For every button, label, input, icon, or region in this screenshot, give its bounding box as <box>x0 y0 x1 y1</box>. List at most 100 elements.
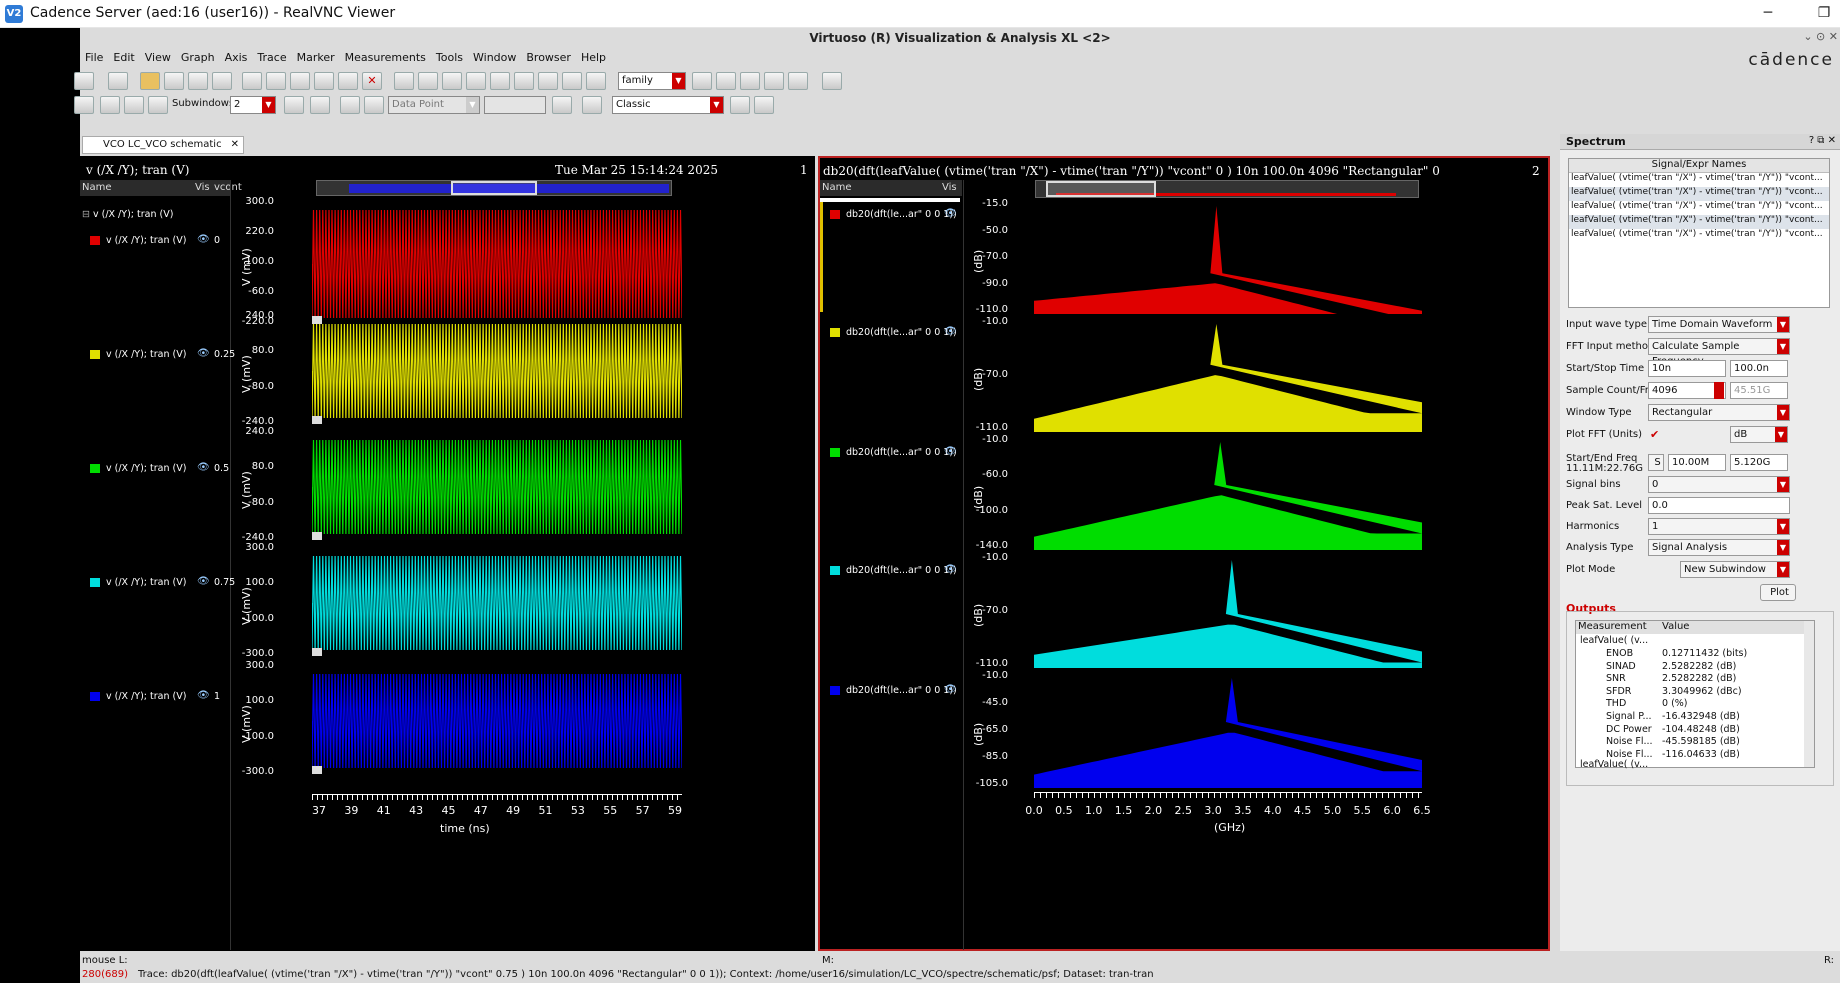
start-end-freq-end[interactable]: 5.120G <box>1730 454 1788 471</box>
copy-icon[interactable] <box>314 72 334 90</box>
plot-mode-select[interactable]: New Subwindow ▼ <box>1680 561 1790 578</box>
redo-icon[interactable] <box>266 72 286 90</box>
analysis-type-select[interactable]: Signal Analysis ▼ <box>1648 539 1790 556</box>
output-parent-row[interactable]: leafValue( (v... <box>1580 635 1648 646</box>
plot-button[interactable]: Plot <box>1760 584 1796 601</box>
visibility-eye-icon[interactable]: 👁 <box>944 208 957 219</box>
legend-row[interactable]: db20(dft(le...ar" 0 0 1)) <box>830 208 957 222</box>
new-window-icon[interactable] <box>74 72 94 90</box>
print-preview-icon[interactable] <box>212 72 232 90</box>
visibility-eye-icon[interactable]: 👁 <box>197 690 210 701</box>
style-select[interactable]: Classic ▼ <box>612 96 724 114</box>
signal-list-item[interactable]: leafValue( (vtime('tran "/X") - vtime('t… <box>1569 229 1829 243</box>
menu-window[interactable]: Window <box>468 48 521 68</box>
transient-plot-panel[interactable]: v (/X /Y); tran (V) Tue Mar 25 15:14:24 … <box>80 156 815 951</box>
spectrum-trace[interactable] <box>1034 322 1422 432</box>
spectrum-plot-panel[interactable]: db20(dft(leafValue( (vtime('tran "/X") -… <box>818 156 1550 951</box>
menu-view[interactable]: View <box>140 48 176 68</box>
minimize-icon[interactable]: ─ <box>1756 2 1780 24</box>
zoom-icon[interactable] <box>418 72 438 90</box>
menu-tools[interactable]: Tools <box>431 48 468 68</box>
strip-expand-icon[interactable] <box>312 532 322 540</box>
subwindows-select[interactable]: 2 ▼ <box>230 96 276 114</box>
layout-strip-icon[interactable] <box>740 72 760 90</box>
app-window-controls[interactable]: ⌄ ⊙ ✕ <box>1803 30 1838 43</box>
menu-measurements[interactable]: Measurements <box>340 48 431 68</box>
table-icon[interactable] <box>822 72 842 90</box>
menu-edit[interactable]: Edit <box>108 48 139 68</box>
delete-icon[interactable]: ✕ <box>362 72 382 90</box>
zoom-reset-icon[interactable] <box>586 72 606 90</box>
spectrum-trace[interactable] <box>1034 204 1422 314</box>
legend-row[interactable]: db20(dft(le...ar" 0 0 1)) <box>830 684 957 698</box>
zoom-box-icon[interactable] <box>538 72 558 90</box>
outputs-table[interactable]: Measurement Value leafValue( (v... ENOB 0.… <box>1575 620 1815 770</box>
zoom-fit-icon[interactable] <box>394 72 414 90</box>
bookmark-icon[interactable] <box>310 96 330 114</box>
paste-icon[interactable] <box>338 72 358 90</box>
undo-icon[interactable] <box>242 72 262 90</box>
scroll-thumb[interactable] <box>451 181 537 195</box>
s-button[interactable]: S <box>1648 454 1664 471</box>
time-scroll-bar[interactable] <box>316 180 672 196</box>
menu-trace[interactable]: Trace <box>252 48 291 68</box>
start-stop-time-first[interactable]: 10n <box>1648 360 1726 377</box>
legend-row[interactable]: v (/X /Y); tran (V) <box>90 690 186 704</box>
menu-axis[interactable]: Axis <box>220 48 253 68</box>
legend-row[interactable]: db20(dft(le...ar" 0 0 1)) <box>830 326 957 340</box>
zoom-x-icon[interactable] <box>490 72 510 90</box>
layout-grid-icon[interactable] <box>692 72 712 90</box>
open-icon[interactable] <box>140 72 160 90</box>
print-icon[interactable] <box>188 72 208 90</box>
strip-expand-icon[interactable] <box>312 416 322 424</box>
tab-vco-schematic[interactable]: VCO LC_VCO schematic ✕ <box>82 136 244 154</box>
visibility-eye-icon[interactable]: 👁 <box>944 564 957 575</box>
menu-marker[interactable]: Marker <box>292 48 340 68</box>
harmonics[interactable]: 1 ▼ <box>1648 518 1790 535</box>
start-end-freq-start[interactable]: 10.00M <box>1668 454 1726 471</box>
visibility-eye-icon[interactable]: 👁 <box>197 576 210 587</box>
arrow-right-icon[interactable] <box>364 96 384 114</box>
layout-stack-icon[interactable] <box>788 72 808 90</box>
legend-group[interactable]: ⊟ v (/X /Y); tran (V) <box>82 208 173 222</box>
legend-row[interactable]: v (/X /Y); tran (V) <box>90 348 186 362</box>
legend-scroll[interactable] <box>820 198 960 202</box>
menu-file[interactable]: File <box>80 48 108 68</box>
waveform-trace[interactable] <box>312 432 682 542</box>
data-point-select[interactable]: Data Point ▼ <box>388 96 480 114</box>
bar-chart-icon[interactable] <box>552 96 572 114</box>
menu-browser[interactable]: Browser <box>521 48 576 68</box>
restore-icon[interactable]: ❐ <box>1812 2 1836 24</box>
visibility-eye-icon[interactable]: 👁 <box>197 462 210 473</box>
signal-list-item[interactable]: leafValue( (vtime('tran "/X") - vtime('t… <box>1569 201 1829 215</box>
signal-bins[interactable]: 0 ▼ <box>1648 476 1790 493</box>
tab-close-icon[interactable]: ✕ <box>231 137 239 153</box>
arrow-left-icon[interactable] <box>340 96 360 114</box>
pan-icon[interactable] <box>514 72 534 90</box>
strip-expand-icon[interactable] <box>312 648 322 656</box>
legend-scroll-thumb[interactable] <box>820 202 823 312</box>
visibility-eye-icon[interactable]: 👁 <box>197 348 210 359</box>
waveform-trace[interactable] <box>312 202 682 326</box>
fft-method-select[interactable]: Calculate Sample Frequency▼ <box>1648 338 1790 367</box>
columns-icon[interactable] <box>148 96 168 114</box>
layout-split-icon[interactable] <box>716 72 736 90</box>
marker-icon[interactable] <box>100 96 120 114</box>
signal-list[interactable]: Signal/Expr Names leafValue( (vtime('tra… <box>1568 158 1830 308</box>
zoom-out-icon[interactable] <box>466 72 486 90</box>
calculator-icon[interactable] <box>582 96 602 114</box>
peak-sat-level[interactable]: 0.0 <box>1648 497 1790 514</box>
visibility-eye-icon[interactable]: 👁 <box>944 326 957 337</box>
menu-graph[interactable]: Graph <box>176 48 220 68</box>
legend-row[interactable]: v (/X /Y); tran (V) <box>90 462 186 476</box>
visibility-eye-icon[interactable]: 👁 <box>944 684 957 695</box>
menu-help[interactable]: Help <box>576 48 611 68</box>
pointer-icon[interactable] <box>74 96 94 114</box>
data-point-value[interactable] <box>484 96 546 114</box>
spectrum-trace[interactable] <box>1034 440 1422 550</box>
family-select[interactable]: family ▼ <box>618 72 686 90</box>
no-trace-icon[interactable] <box>754 96 774 114</box>
waveform-trace[interactable] <box>312 666 682 776</box>
save-icon[interactable] <box>164 72 184 90</box>
spectrum-trace[interactable] <box>1034 558 1422 668</box>
